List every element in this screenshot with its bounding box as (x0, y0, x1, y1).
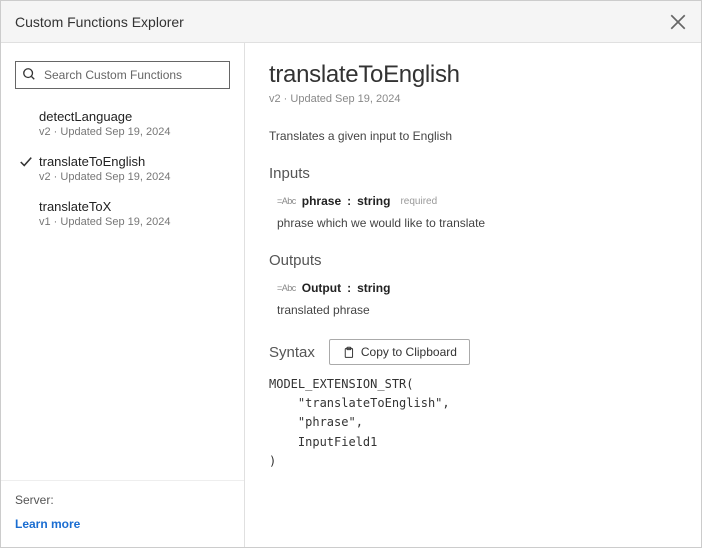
search-wrap (15, 61, 230, 89)
detail-description: Translates a given input to English (269, 129, 677, 143)
syntax-row: Syntax Copy to Clipboard (269, 339, 677, 365)
check-icon (19, 155, 33, 169)
sidebar-main: detectLanguage v2 · Updated Sep 19, 2024… (1, 43, 244, 480)
dialog-title: Custom Functions Explorer (15, 14, 184, 30)
param-type: string (357, 194, 390, 208)
dialog-body: detectLanguage v2 · Updated Sep 19, 2024… (1, 43, 701, 547)
dialog-header: Custom Functions Explorer (1, 1, 701, 43)
param-name: phrase (302, 194, 341, 208)
function-meta: v2 · Updated Sep 19, 2024 (39, 126, 228, 138)
copy-to-clipboard-button[interactable]: Copy to Clipboard (329, 339, 470, 365)
detail-title: translateToEnglish (269, 61, 677, 89)
detail-panel: translateToEnglish v2 · Updated Sep 19, … (245, 43, 701, 547)
outputs-heading: Outputs (269, 252, 677, 269)
param-type: string (357, 281, 390, 295)
sidebar-item-translatetox[interactable]: translateToX v1 · Updated Sep 19, 2024 (15, 193, 230, 238)
function-meta: v2 · Updated Sep 19, 2024 (39, 171, 228, 183)
param-description: translated phrase (277, 303, 677, 317)
output-param: =Abc Output : string translated phrase (269, 281, 677, 317)
required-badge: required (400, 196, 437, 207)
learn-more-link[interactable]: Learn more (15, 517, 230, 531)
copy-button-label: Copy to Clipboard (361, 345, 457, 359)
param-name: Output (302, 281, 341, 295)
function-name: translateToX (39, 199, 228, 214)
sidebar-footer: Server: Learn more (1, 480, 244, 547)
param-signature: =Abc Output : string (277, 281, 677, 295)
function-meta: v1 · Updated Sep 19, 2024 (39, 216, 228, 228)
function-name: translateToEnglish (39, 154, 228, 169)
type-badge-icon: =Abc (277, 196, 296, 206)
sidebar: detectLanguage v2 · Updated Sep 19, 2024… (1, 43, 245, 547)
server-label: Server: (15, 493, 230, 507)
param-signature: =Abc phrase : string required (277, 194, 677, 208)
search-input[interactable] (15, 61, 230, 89)
param-description: phrase which we would like to translate (277, 216, 677, 230)
syntax-heading: Syntax (269, 344, 315, 361)
param-colon: : (347, 281, 351, 295)
search-icon (22, 67, 36, 81)
type-badge-icon: =Abc (277, 283, 296, 293)
close-icon[interactable] (669, 13, 687, 31)
clipboard-icon (342, 346, 355, 359)
sidebar-item-translatetoenglish[interactable]: translateToEnglish v2 · Updated Sep 19, … (15, 148, 230, 193)
param-colon: : (347, 194, 351, 208)
inputs-heading: Inputs (269, 165, 677, 182)
input-param: =Abc phrase : string required phrase whi… (269, 194, 677, 230)
function-name: detectLanguage (39, 109, 228, 124)
sidebar-item-detectlanguage[interactable]: detectLanguage v2 · Updated Sep 19, 2024 (15, 103, 230, 148)
detail-meta: v2 · Updated Sep 19, 2024 (269, 93, 677, 105)
syntax-code: MODEL_EXTENSION_STR( "translateToEnglish… (269, 375, 677, 471)
